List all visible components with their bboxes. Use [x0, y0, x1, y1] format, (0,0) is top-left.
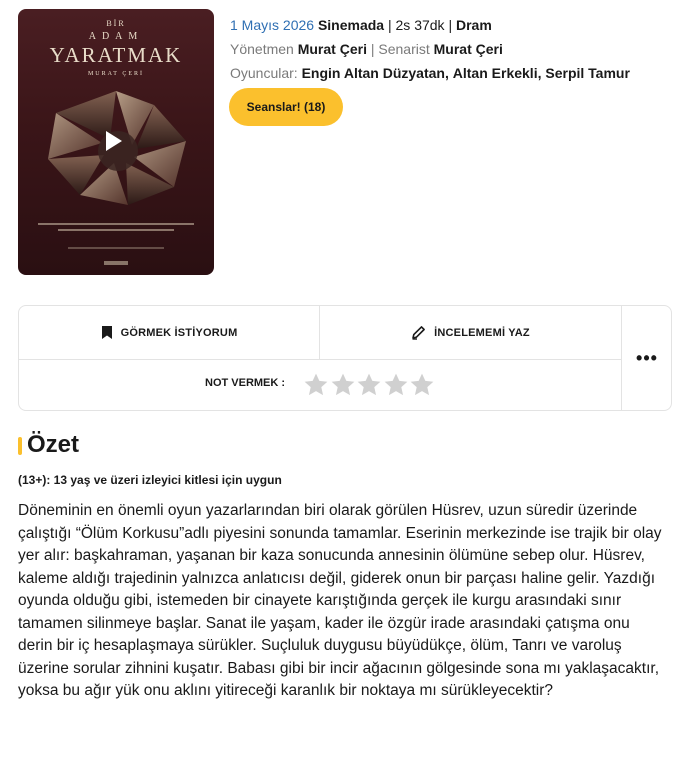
rating-stars: [303, 372, 436, 398]
star-icon[interactable]: [356, 372, 382, 398]
age-rating: (13+): 13 yaş ve üzeri izleyici kitlesi …: [18, 473, 282, 487]
star-icon[interactable]: [409, 372, 435, 398]
separator: |: [370, 41, 375, 57]
rating-row: NOT VERMEK :: [19, 360, 621, 410]
writer-label: Senarist: [378, 41, 430, 57]
director-label: Yönetmen: [230, 41, 294, 57]
poster-cast-line: [58, 229, 174, 231]
poster-title: YARATMAK: [49, 43, 183, 67]
release-date[interactable]: 1 Mayıs 2026: [230, 17, 314, 33]
poster-title-line1: BİR: [106, 19, 126, 28]
poster-credits-line: [68, 247, 164, 249]
star-icon[interactable]: [383, 372, 409, 398]
duration: 2s 37dk: [395, 17, 445, 33]
more-options-button[interactable]: •••: [622, 306, 672, 410]
poster-cast-line: [38, 223, 194, 225]
movie-meta: 1 Mayıs 2026 Sinemada | 2s 37dk | Dram Y…: [230, 13, 630, 85]
separator: |: [448, 17, 453, 33]
pencil-icon: [412, 326, 426, 340]
star-icon[interactable]: [330, 372, 356, 398]
cast-row: Oyuncular: Engin Altan Düzyatan, Altan E…: [230, 65, 630, 81]
section-accent-bar: [18, 437, 22, 455]
action-panel: GÖRMEK İSTİYORUM İNCELEMEMİ YAZ ••• NOT …: [18, 305, 672, 411]
poster-title-line2: ADAM: [88, 31, 144, 42]
star-icon[interactable]: [303, 372, 329, 398]
cast-link[interactable]: Altan Erkekli: [453, 65, 538, 81]
release-row: 1 Mayıs 2026 Sinemada | 2s 37dk | Dram: [230, 13, 630, 37]
cast-label: Oyuncular:: [230, 65, 298, 81]
summary-text: Döneminin en önemli oyun yazarlarından b…: [18, 502, 662, 699]
movie-poster[interactable]: BİR ADAM YARATMAK MURAT ÇERİ: [18, 9, 214, 275]
rating-label: NOT VERMEK :: [205, 377, 286, 389]
poster-logo: [104, 261, 128, 265]
watchlist-button[interactable]: GÖRMEK İSTİYORUM: [19, 306, 319, 359]
writer-link[interactable]: Murat Çeri: [434, 41, 503, 57]
write-review-button[interactable]: İNCELEMEMİ YAZ: [320, 306, 621, 359]
bookmark-icon: [101, 326, 112, 339]
separator: |: [387, 17, 392, 33]
release-status: Sinemada: [317, 17, 385, 33]
write-review-label: İNCELEMEMİ YAZ: [434, 326, 530, 339]
crew-row: Yönetmen Murat Çeri | Senarist Murat Çer…: [230, 37, 630, 61]
sessions-button[interactable]: Seanslar! (18): [229, 88, 343, 126]
genre-link[interactable]: Dram: [456, 17, 492, 33]
watchlist-label: GÖRMEK İSTİYORUM: [120, 326, 238, 339]
director-link[interactable]: Murat Çeri: [298, 41, 367, 57]
cast-link[interactable]: Engin Altan Düzyatan: [302, 65, 445, 81]
play-icon[interactable]: [106, 131, 122, 151]
cast-link[interactable]: Serpil Tamur: [545, 65, 630, 81]
poster-director-credit: MURAT ÇERİ: [87, 71, 145, 77]
summary-heading: Özet: [27, 431, 80, 458]
